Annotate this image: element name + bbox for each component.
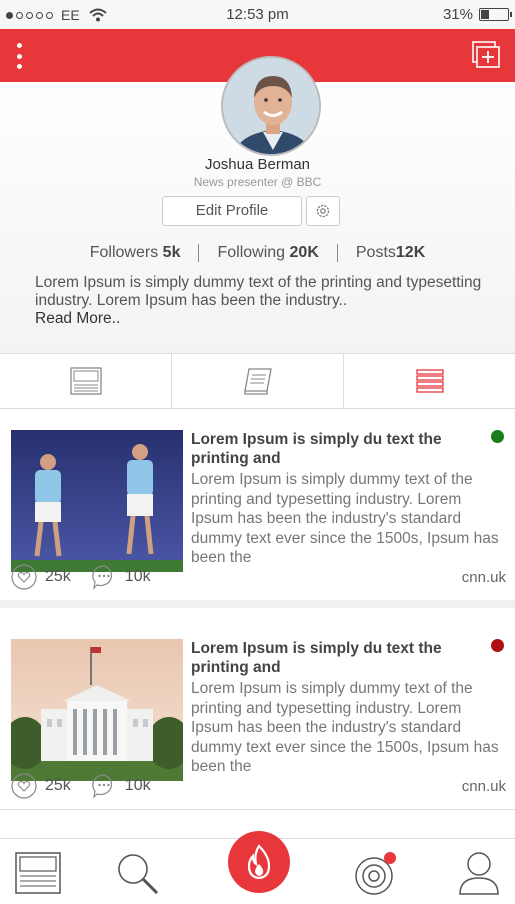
- like-button[interactable]: 25k: [11, 773, 71, 799]
- battery-status: 31%: [442, 6, 512, 23]
- comment-icon: [92, 565, 112, 590]
- status-dot: [491, 430, 504, 443]
- user-icon: [459, 852, 499, 895]
- newspaper-icon: [69, 367, 102, 395]
- comment-count: 10k: [124, 568, 151, 585]
- content-tabs: [0, 354, 515, 409]
- followers-stat[interactable]: Followers 5k: [72, 244, 199, 262]
- like-button[interactable]: 25k: [11, 564, 71, 590]
- heart-icon: [11, 773, 37, 799]
- newspaper-icon: [15, 852, 61, 894]
- news-card[interactable]: Lorem Ipsum is simply du text the printi…: [0, 618, 515, 810]
- news-thumbnail[interactable]: [11, 639, 183, 781]
- nav-profile[interactable]: [454, 849, 504, 897]
- status-dot: [491, 639, 504, 652]
- news-thumbnail[interactable]: [11, 430, 183, 572]
- avatar[interactable]: [221, 56, 321, 156]
- target-icon: [355, 852, 396, 895]
- flame-icon: [247, 844, 271, 880]
- posts-stat[interactable]: Posts12K: [336, 244, 443, 262]
- magazine-icon: [243, 368, 272, 395]
- tab-list[interactable]: [343, 354, 515, 408]
- bottom-navigation: [0, 831, 515, 904]
- nav-trending[interactable]: [228, 831, 290, 893]
- news-excerpt: Lorem Ipsum is simply dummy text of the …: [191, 471, 499, 566]
- tab-news[interactable]: [0, 354, 171, 408]
- list-icon: [415, 369, 444, 393]
- card-actions: 25k 10k: [11, 564, 171, 590]
- settings-button[interactable]: [306, 196, 340, 226]
- profile-role: News presenter @ BBC: [193, 175, 322, 189]
- news-source[interactable]: cnn.uk: [462, 569, 506, 586]
- comment-icon: [92, 774, 112, 799]
- profile-section: Joshua Berman News presenter @ BBC Edit …: [0, 56, 515, 354]
- search-icon: [118, 854, 159, 895]
- like-count: 25k: [45, 777, 71, 794]
- news-card[interactable]: Lorem Ipsum is simply du text the printi…: [0, 409, 515, 608]
- battery-percent: 31%: [442, 6, 473, 23]
- following-stat[interactable]: Following 20K: [198, 244, 336, 262]
- nav-search[interactable]: [112, 849, 162, 897]
- read-more-link[interactable]: Read More..: [35, 310, 120, 327]
- comment-button[interactable]: 10k: [91, 773, 151, 799]
- like-count: 25k: [45, 568, 71, 585]
- profile-bio: Lorem Ipsum is simply dummy text of the …: [35, 274, 482, 327]
- news-title[interactable]: Lorem Ipsum is simply du text the printi…: [191, 430, 471, 468]
- comment-count: 10k: [124, 777, 151, 794]
- profile-name: Joshua Berman: [204, 156, 311, 173]
- battery-icon: [479, 8, 512, 21]
- nav-target[interactable]: [350, 849, 400, 897]
- gear-icon: [316, 204, 330, 218]
- card-actions: 25k 10k: [11, 773, 171, 799]
- edit-profile-button[interactable]: Edit Profile: [162, 196, 302, 226]
- menu-icon[interactable]: [14, 43, 24, 69]
- heart-icon: [11, 564, 37, 590]
- tab-magazine[interactable]: [171, 354, 343, 408]
- nav-news[interactable]: [13, 849, 63, 897]
- news-source[interactable]: cnn.uk: [462, 778, 506, 795]
- news-excerpt: Lorem Ipsum is simply dummy text of the …: [191, 680, 499, 775]
- status-bar: EE 12:53 pm 31%: [0, 0, 515, 29]
- news-title[interactable]: Lorem Ipsum is simply du text the printi…: [191, 639, 471, 677]
- comment-button[interactable]: 10k: [91, 564, 151, 590]
- profile-stats: Followers 5k Following 20K Posts12K: [0, 240, 515, 266]
- add-post-icon[interactable]: [471, 41, 501, 69]
- clock: 12:53 pm: [226, 6, 289, 23]
